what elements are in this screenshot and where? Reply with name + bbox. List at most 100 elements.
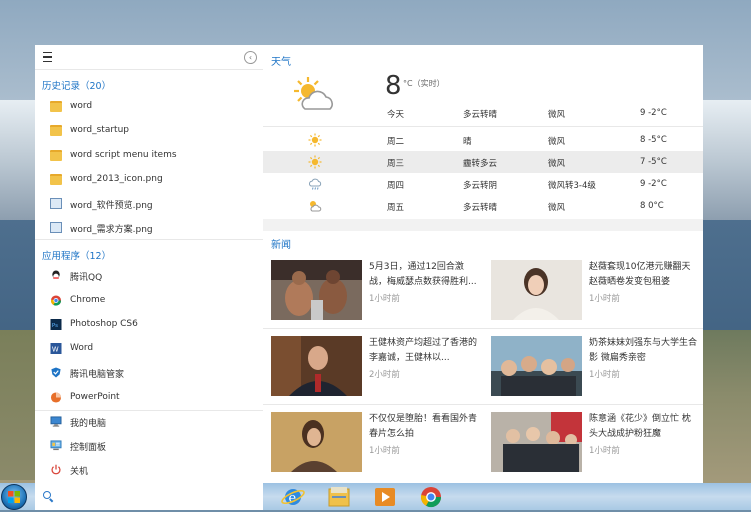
divider: [263, 126, 703, 127]
news-thumbnail: [491, 336, 582, 396]
app-item-label: Word: [70, 343, 94, 353]
app-item-qq[interactable]: 腾讯QQ: [35, 264, 263, 288]
internet-explorer-icon: e: [281, 489, 305, 506]
pc-manager-icon: [51, 367, 61, 378]
news-time: 1小时前: [589, 294, 620, 304]
news-thumbnail: [271, 412, 362, 472]
partly-cloudy-icon: [310, 201, 322, 212]
folder-icon: [50, 101, 62, 112]
folder-icon: [50, 174, 62, 185]
file-explorer-icon: [328, 487, 350, 507]
news-item[interactable]: 陈意涵《花少》倒立忙 枕头大战成护粉狂魔 1小时前: [483, 412, 703, 487]
news-time: 1小时前: [589, 446, 620, 456]
app-item-pc-manager[interactable]: 腾讯电脑管家: [35, 361, 263, 385]
weather-condition: 晴: [463, 137, 472, 147]
news-title: 王健林资产均超过了香港的李嘉诚，王健林以...: [369, 338, 478, 363]
image-file-icon: [50, 198, 62, 209]
taskbar-media-player-button[interactable]: [372, 485, 398, 509]
start-menu-left-panel: ‹ 历史记录（20） word word_startup word script…: [35, 45, 263, 483]
start-menu-right-panel: 天气 8 °C（实时） 今天 多云转晴 微风 9 -2°C 周二 晴 微风 8 …: [263, 45, 703, 483]
folder-icon: [50, 150, 62, 161]
weather-forecast-row[interactable]: 周五 多云转晴 微风 8 0°C: [263, 195, 703, 217]
collapse-left-icon[interactable]: ‹: [244, 51, 257, 64]
photoshop-icon: Ps: [50, 319, 62, 330]
news-item[interactable]: 奶茶妹妹刘强东与大学生合影 微扁秀亲密 1小时前: [483, 336, 703, 411]
weather-range: 8 -5°C: [640, 135, 667, 145]
weather-wind: 微风: [548, 110, 566, 120]
system-item-label: 我的电脑: [70, 419, 107, 429]
app-item-label: Photoshop CS6: [70, 319, 138, 329]
history-item-label: word_需求方案.png: [70, 225, 153, 235]
taskbar-explorer-button[interactable]: [326, 485, 352, 509]
history-item-label: word script menu items: [70, 150, 177, 160]
divider: [263, 328, 703, 329]
taskbar-chrome-button[interactable]: [418, 485, 444, 509]
powerpoint-icon: [50, 392, 62, 403]
news-item[interactable]: 王健林资产均超过了香港的李嘉诚，王健林以... 2小时前: [263, 336, 483, 411]
weather-condition: 多云转晴: [463, 110, 498, 120]
weather-wind: 微风: [548, 159, 566, 169]
system-item-computer[interactable]: 我的电脑: [35, 410, 263, 434]
control-panel-icon: [50, 440, 62, 451]
app-item-photoshop[interactable]: Ps Photoshop CS6: [35, 313, 263, 337]
media-player-icon: [375, 488, 395, 506]
system-item-shutdown[interactable]: 关机: [35, 458, 263, 482]
news-title: 陈意涵《花少》倒立忙 枕头大战成护粉狂魔: [589, 414, 691, 439]
history-item[interactable]: word script menu items: [35, 144, 263, 168]
history-item[interactable]: word_2013_icon.png: [35, 168, 263, 192]
weather-heading[interactable]: 天气: [271, 53, 291, 68]
news-time: 1小时前: [369, 446, 400, 456]
news-item[interactable]: 赵薇套现10亿港元赚翻天 赵薇晒卷发变包租婆 1小时前: [483, 260, 703, 335]
history-item[interactable]: word_软件预览.png: [35, 192, 263, 216]
app-item-label: Chrome: [70, 295, 106, 305]
weather-condition: 霾转多云: [463, 159, 498, 169]
weather-day: 周二: [387, 137, 405, 147]
app-item-label: 腾讯QQ: [70, 273, 103, 283]
news-item[interactable]: 5月3日，通过12回合激战，梅威瑟点数获得胜利... 1小时前: [263, 260, 483, 335]
weather-day: 今天: [387, 110, 405, 120]
power-icon: [51, 464, 61, 475]
apps-section-title[interactable]: 应用程序（12）: [42, 248, 111, 262]
news-time: 1小时前: [589, 370, 620, 380]
app-item-chrome[interactable]: Chrome: [35, 289, 263, 313]
weather-range: 8 0°C: [640, 201, 664, 211]
current-temperature-unit: °C（实时）: [403, 79, 445, 88]
windows-logo-icon: [8, 491, 20, 503]
sun-icon: [308, 133, 322, 147]
weather-range: 9 -2°C: [640, 179, 667, 189]
weather-forecast-row[interactable]: 周三 霾转多云 微风 7 -5°C: [263, 151, 703, 173]
chrome-icon: [420, 487, 442, 508]
weather-forecast-row[interactable]: 周四 多云转阴 微风转3-4级 9 -2°C: [263, 173, 703, 195]
weather-today-row[interactable]: 今天 多云转晴 微风 9 -2°C: [263, 102, 703, 124]
svg-text:Ps: Ps: [52, 323, 58, 329]
news-title: 不仅仅是堕胎！看看国外青春片怎么拍: [369, 414, 478, 439]
taskbar-ie-button[interactable]: e: [280, 485, 306, 509]
app-item-powerpoint[interactable]: PowerPoint: [35, 386, 263, 410]
system-item-label: 控制面板: [70, 443, 107, 453]
current-temperature: 8: [385, 71, 402, 101]
history-item[interactable]: word: [35, 95, 263, 119]
news-item[interactable]: 不仅仅是堕胎！看看国外青春片怎么拍 1小时前: [263, 412, 483, 487]
news-thumbnail: [271, 336, 362, 396]
menu-header: ‹: [35, 45, 263, 70]
history-item[interactable]: word_需求方案.png: [35, 216, 263, 240]
sun-icon: [308, 155, 322, 169]
qq-icon: [52, 270, 60, 280]
search-bar[interactable]: [35, 483, 263, 510]
app-item-word[interactable]: W Word: [35, 337, 263, 361]
weather-forecast-row[interactable]: 周二 晴 微风 8 -5°C: [263, 129, 703, 151]
weather-condition: 多云转阴: [463, 181, 498, 191]
windows-start-button[interactable]: [1, 484, 27, 510]
news-title: 奶茶妹妹刘强东与大学生合影 微扁秀亲密: [589, 338, 698, 363]
computer-icon: [50, 416, 62, 427]
system-item-control-panel[interactable]: 控制面板: [35, 434, 263, 458]
search-icon: [43, 491, 51, 499]
hamburger-menu-icon[interactable]: [43, 52, 52, 62]
history-section-title[interactable]: 历史记录（20）: [42, 78, 111, 92]
image-file-icon: [50, 222, 62, 233]
history-item[interactable]: word_startup: [35, 119, 263, 143]
news-heading[interactable]: 新闻: [271, 236, 291, 251]
weather-range: 7 -5°C: [640, 157, 667, 167]
divider: [263, 404, 703, 405]
weather-range: 9 -2°C: [640, 108, 667, 118]
